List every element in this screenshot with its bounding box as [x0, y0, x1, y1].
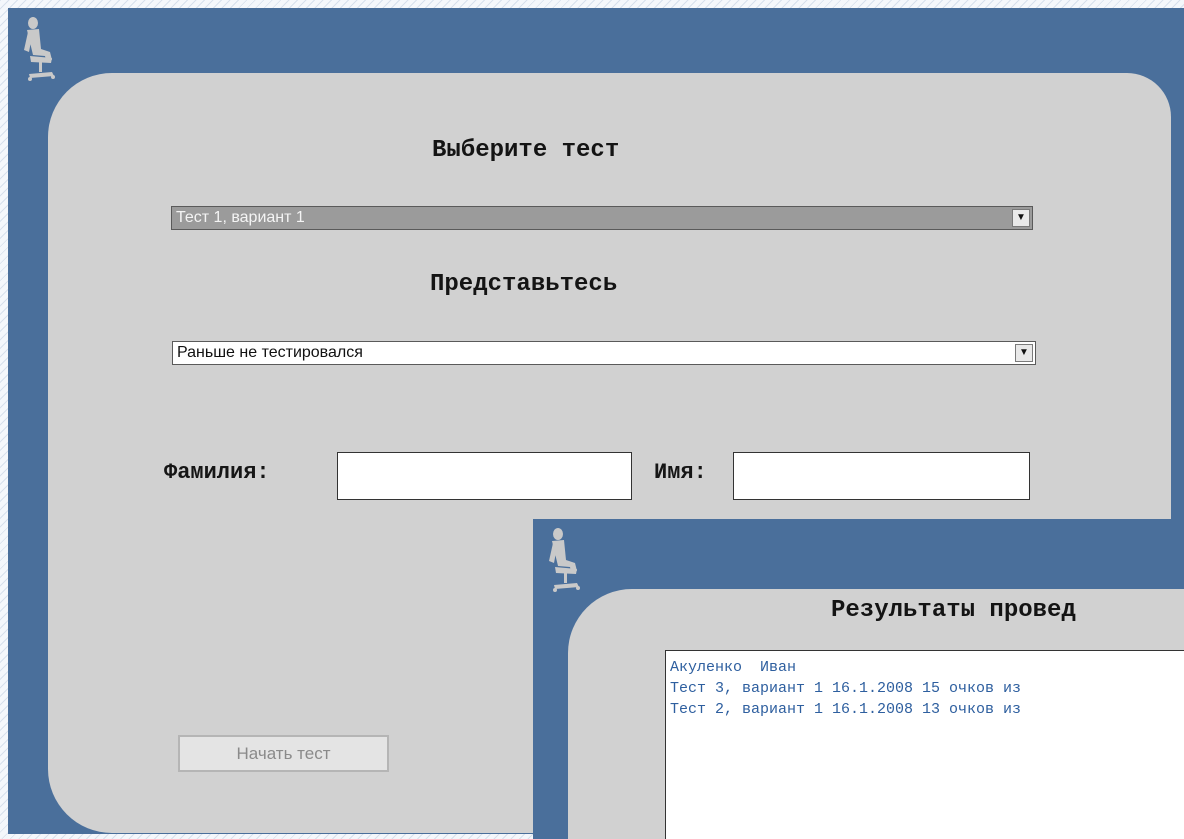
surname-input[interactable]: [337, 452, 632, 500]
test-select-value: Тест 1, вариант 1: [176, 209, 305, 226]
introduce-heading: Представьтесь: [430, 271, 618, 298]
surname-label: Фамилия:: [164, 460, 270, 485]
results-list[interactable]: Акуленко Иван Тест 3, вариант 1 16.1.200…: [665, 650, 1184, 839]
test-select[interactable]: Тест 1, вариант 1 ▼: [171, 206, 1033, 230]
dropdown-arrow-icon[interactable]: ▼: [1015, 344, 1033, 362]
list-item: Тест 3, вариант 1 16.1.2008 15 очков из: [670, 680, 1022, 697]
dropdown-arrow-icon[interactable]: ▼: [1012, 209, 1030, 227]
person-in-chair-icon: [24, 17, 55, 81]
person-in-chair-icon: [549, 528, 580, 592]
name-input[interactable]: [733, 452, 1030, 500]
results-window: Результаты провед Акуленко Иван Тест 3, …: [533, 519, 1184, 839]
user-select-value: Раньше не тестировался: [177, 344, 363, 361]
list-item: Акуленко Иван: [670, 659, 797, 676]
results-heading: Результаты провед: [831, 597, 1076, 624]
choose-test-heading: Выберите тест: [432, 137, 620, 164]
start-test-button[interactable]: Начать тест: [178, 735, 389, 772]
name-label: Имя:: [654, 460, 707, 485]
user-select[interactable]: Раньше не тестировался ▼: [172, 341, 1036, 365]
list-item: Тест 2, вариант 1 16.1.2008 13 очков из: [670, 701, 1022, 718]
